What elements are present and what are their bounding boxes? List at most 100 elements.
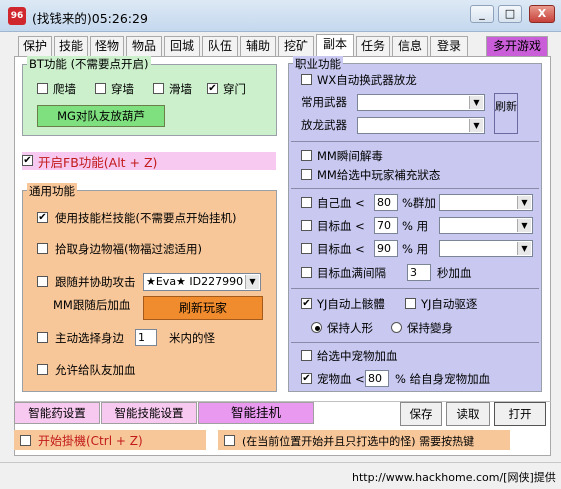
divider [291, 141, 539, 142]
tab-monster[interactable]: 怪物 [90, 36, 124, 56]
multi-game-button[interactable]: 多开游戏 [486, 36, 548, 56]
follow-checkbox[interactable] [37, 276, 48, 287]
slide-checkbox[interactable] [153, 83, 164, 94]
hint-checkbox[interactable] [224, 435, 235, 446]
mm-follow-label: MM跟随后加血 [53, 298, 131, 312]
start-hang-label: 开始掛機(Ctrl + Z) [38, 434, 143, 448]
status-bar: http://www.hackhome.com/[网侠]提供 [0, 462, 561, 489]
select-nearby-checkbox[interactable] [37, 332, 48, 343]
yj-mount-label: YJ自动上骸體 [317, 297, 385, 311]
pet-blood-suffix: % 给自身宠物加血 [395, 372, 491, 386]
general-group: 通用功能 ✔ 使用技能栏技能(不需要点开始挂机) 拾取身边物福(物福过滤适用) … [22, 183, 277, 392]
target-heal-90-checkbox[interactable] [301, 243, 312, 254]
keep-form-radio[interactable] [391, 322, 402, 333]
self-heal-suffix: %群加 [402, 196, 436, 210]
target-heal-90-select[interactable]: ▼ [439, 240, 533, 257]
fb-checkbox[interactable]: ✔ [22, 155, 33, 166]
hint-label: (在当前位置开始并且只打选中的怪) 需要按热键 [242, 435, 475, 448]
tab-quest[interactable]: 任务 [356, 36, 390, 56]
smart-medicine-button[interactable]: 智能药设置 [14, 402, 100, 424]
smart-skill-button[interactable]: 智能技能设置 [101, 402, 197, 424]
select-nearby-label: 主动选择身边 [55, 331, 124, 345]
full-interval-input[interactable]: 3 [407, 264, 431, 281]
dragon-weapon-select[interactable]: ▼ [357, 117, 485, 134]
pick-item-checkbox[interactable] [37, 243, 48, 254]
full-interval-suffix: 秒加血 [437, 266, 472, 280]
tab-skill[interactable]: 技能 [54, 36, 88, 56]
fb-label: 开启FB功能(Alt + Z) [38, 155, 158, 170]
wx-auto-checkbox[interactable] [301, 74, 312, 85]
keep-form-label: 保持變身 [407, 321, 453, 335]
pet-heal-checkbox[interactable] [301, 350, 312, 361]
self-heal-checkbox[interactable] [301, 197, 312, 208]
target-heal-70-label: 目标血 < [317, 219, 365, 233]
bt-group-title: BT功能 (不需要点开启) [27, 56, 151, 72]
follow-target-select[interactable]: ★Eva★ ID227990 ▼ [143, 273, 261, 291]
start-hang-row: 开始掛機(Ctrl + Z) [14, 430, 206, 450]
read-button[interactable]: 读取 [446, 402, 490, 426]
door-pass-label: 穿门 [223, 82, 246, 96]
pet-heal-label: 给选中宠物加血 [317, 349, 398, 363]
nearby-suffix-label: 米内的怪 [169, 331, 215, 345]
tab-item[interactable]: 物品 [126, 36, 162, 56]
job-group: 职业功能 WX自动换武器放龙 常用武器 ▼ 放龙武器 ▼ 刷新 MM瞬间解毒 M… [288, 56, 542, 392]
tab-dungeon[interactable]: 副本 [316, 34, 354, 56]
climb-checkbox[interactable] [37, 83, 48, 94]
divider [291, 288, 539, 289]
maximize-button[interactable]: □ [498, 5, 522, 23]
self-heal-input[interactable]: 80 [374, 194, 398, 211]
tab-team[interactable]: 队伍 [202, 36, 238, 56]
watermark-text: http://www.hackhome.com/[网侠]提供 [352, 471, 556, 484]
close-button[interactable]: X [529, 5, 555, 23]
pet-blood-input[interactable]: 80 [365, 370, 389, 387]
wx-auto-label: WX自动换武器放龙 [317, 73, 417, 87]
common-weapon-select[interactable]: ▼ [357, 94, 485, 111]
door-pass-checkbox[interactable]: ✔ [207, 83, 218, 94]
save-button[interactable]: 保存 [400, 402, 442, 426]
wall-pass-checkbox[interactable] [95, 83, 106, 94]
keep-human-label: 保持人形 [327, 321, 373, 335]
job-group-title: 职业功能 [293, 56, 343, 72]
tab-mining[interactable]: 挖矿 [278, 36, 314, 56]
tab-assist[interactable]: 辅助 [240, 36, 276, 56]
mm-buff-checkbox[interactable] [301, 169, 312, 180]
target-heal-90-input[interactable]: 90 [374, 240, 398, 257]
common-weapon-label: 常用武器 [301, 95, 347, 109]
full-interval-checkbox[interactable] [301, 267, 312, 278]
target-heal-70-checkbox[interactable] [301, 220, 312, 231]
yj-drive-label: YJ自动驱逐 [421, 297, 478, 311]
self-heal-label: 自己血 < [317, 196, 365, 210]
tab-login[interactable]: 登录 [430, 36, 468, 56]
tab-return[interactable]: 回城 [164, 36, 200, 56]
use-skill-checkbox[interactable]: ✔ [37, 212, 48, 223]
smart-hang-button[interactable]: 智能挂机 [198, 402, 314, 424]
nearby-distance-input[interactable]: 1 [135, 329, 157, 346]
dragon-weapon-label: 放龙武器 [301, 118, 347, 132]
start-hang-checkbox[interactable] [20, 435, 31, 446]
chevron-down-icon: ▼ [469, 96, 483, 109]
mg-heal-button[interactable]: MG对队友放葫芦 [37, 105, 165, 127]
divider [291, 342, 539, 343]
target-heal-70-select[interactable]: ▼ [439, 217, 533, 234]
mm-detox-checkbox[interactable] [301, 150, 312, 161]
target-heal-70-input[interactable]: 70 [374, 217, 398, 234]
self-heal-skill-select[interactable]: ▼ [439, 194, 533, 211]
yj-mount-checkbox[interactable]: ✔ [301, 298, 312, 309]
yj-drive-checkbox[interactable] [405, 298, 416, 309]
mm-buff-label: MM给选中玩家補充狀态 [317, 168, 441, 182]
allow-heal-checkbox[interactable] [37, 364, 48, 375]
refresh-weapon-button[interactable]: 刷新 [494, 93, 518, 134]
tab-info[interactable]: 信息 [392, 36, 428, 56]
minimize-button[interactable]: _ [470, 5, 494, 23]
fb-row: ✔ 开启FB功能(Alt + Z) [22, 152, 276, 170]
pet-blood-label: 宠物血 < [317, 372, 365, 386]
keep-human-radio[interactable] [311, 322, 322, 333]
shield-icon: 96 [8, 7, 26, 25]
pet-blood-checkbox[interactable]: ✔ [301, 373, 312, 384]
follow-target-value: ★Eva★ ID227990 [146, 275, 244, 288]
chevron-down-icon: ▼ [245, 275, 259, 289]
refresh-player-button[interactable]: 刷新玩家 [143, 296, 263, 320]
use-skill-label: 使用技能栏技能(不需要点开始挂机) [55, 211, 237, 225]
open-button[interactable]: 打开 [494, 402, 546, 426]
tab-protect[interactable]: 保护 [18, 36, 52, 56]
